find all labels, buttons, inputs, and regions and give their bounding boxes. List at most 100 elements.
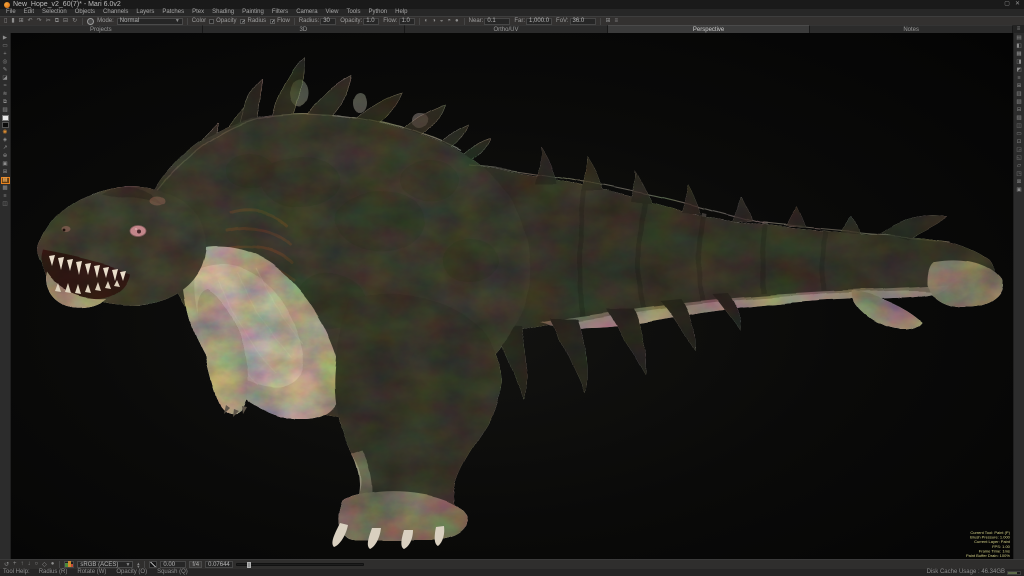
viewport-nav-icon[interactable]: ○ [34, 561, 40, 568]
palette-icon[interactable]: ▧ [1015, 99, 1024, 106]
tool-icon[interactable]: □ [2, 115, 9, 121]
tool-icon[interactable]: ▨ [1, 107, 10, 114]
menu-item[interactable]: Patches [158, 9, 188, 16]
fstop-button[interactable]: f/4 [189, 561, 202, 568]
palette-icon[interactable]: ⊟ [1015, 107, 1024, 114]
toolbar-icon[interactable]: ✂ [45, 17, 52, 25]
camera-field[interactable]: FoV: 36.0 [556, 17, 595, 25]
menu-item[interactable]: Painting [238, 9, 268, 16]
menu-item[interactable]: File [2, 9, 20, 16]
toolbar-icon[interactable]: ↷ [36, 17, 43, 25]
menu-item[interactable]: Filters [268, 9, 292, 16]
viewport-nav-icon[interactable]: ◇ [41, 561, 48, 568]
tool-icon[interactable]: ▩ [1, 185, 10, 192]
palette-icon[interactable]: ⊞ [1015, 83, 1024, 90]
camera-field[interactable]: Far: 1,000.0 [514, 17, 552, 25]
window-control-button[interactable]: ▢ [1004, 0, 1010, 9]
canvas-tab[interactable]: Ortho/UV [405, 25, 608, 33]
brush-property-field[interactable]: Radius: 30 [299, 17, 336, 25]
palette-icon[interactable]: ◧ [1015, 43, 1024, 50]
toolbar-icon[interactable]: ↶ [27, 17, 34, 25]
tool-icon[interactable]: ≋ [1, 91, 10, 98]
menu-item[interactable]: Selection [38, 9, 71, 16]
tool-icon[interactable]: ⊕ [1, 153, 10, 160]
colorspace-stepper[interactable]: ▲▼ [136, 562, 140, 568]
pressure-toggle[interactable]: Opacity [209, 17, 236, 25]
tool-icon[interactable]: ▣ [1, 161, 10, 168]
tool-icon[interactable]: ◪ [1, 75, 10, 82]
shading-mode-icon[interactable]: ◑ [431, 17, 437, 25]
menu-item[interactable]: Edit [20, 9, 38, 16]
palette-icon[interactable]: ⊠ [1015, 179, 1024, 186]
toolbar-icon[interactable]: ⊞ [18, 17, 25, 25]
tool-icon[interactable]: ▦ [1, 177, 10, 184]
histogram-icon[interactable] [64, 561, 74, 568]
canvas-tab[interactable]: Notes [810, 25, 1013, 33]
blend-mode-dropdown[interactable]: Normal ▼ [117, 18, 183, 25]
gain-field[interactable]: 0.00 [160, 561, 186, 568]
palette-icon[interactable]: ≡ [1015, 75, 1024, 82]
palette-icon[interactable]: ◩ [1015, 67, 1024, 74]
menu-item[interactable]: Ptex [188, 9, 208, 16]
tool-icon[interactable]: ▭ [1, 43, 10, 50]
tool-icon[interactable]: ✎ [1, 67, 10, 74]
viewport-nav-icon[interactable]: ↓ [27, 561, 32, 568]
palette-icon[interactable]: ▣ [1015, 187, 1024, 194]
tool-icon[interactable]: ≈ [1, 83, 10, 90]
menu-item[interactable]: Shading [208, 9, 238, 16]
viewport-nav-icon[interactable]: ● [50, 561, 56, 568]
toolbar-icon[interactable]: ▮ [10, 17, 15, 25]
brush-property-field[interactable]: Flow: 1.0 [383, 17, 414, 25]
tool-icon[interactable]: ◈ [1, 137, 10, 144]
tool-icon[interactable]: ▶ [1, 35, 10, 42]
pressure-toggle[interactable]: Radius [240, 17, 266, 25]
tool-icon[interactable]: ◉ [1, 129, 10, 136]
camera-field[interactable]: Near: 0.1 [469, 17, 511, 25]
palette-icon[interactable]: ▭ [1015, 131, 1024, 138]
menu-item[interactable]: Channels [99, 9, 132, 16]
tool-icon[interactable]: ■ [2, 122, 9, 128]
toolbar-icon[interactable]: ⧉ [54, 17, 60, 25]
palette-icon[interactable]: ◱ [1015, 155, 1024, 162]
3d-viewport[interactable]: Current Tool: Paint (P)Brush Pressure: 1… [11, 33, 1013, 559]
palette-icon[interactable]: ◨ [1015, 59, 1024, 66]
palette-icon[interactable]: ▤ [1015, 35, 1024, 42]
exposure-field[interactable]: 0.07644 [205, 561, 233, 568]
canvas-tab[interactable]: 3D [203, 25, 406, 33]
shading-mode-icon[interactable]: ◐ [424, 17, 430, 25]
tool-icon[interactable]: ≡ [1, 193, 10, 200]
window-control-button[interactable]: ✕ [1015, 0, 1020, 9]
toolbar-icon[interactable]: ▯ [3, 17, 8, 25]
slider-handle[interactable] [247, 562, 251, 568]
palette-icon[interactable]: ▨ [1015, 115, 1024, 122]
shading-mode-icon[interactable]: ◓ [446, 17, 452, 25]
palette-icon[interactable]: ▥ [1015, 91, 1024, 98]
tool-icon[interactable]: ⧉ [1, 99, 10, 106]
palette-icon[interactable]: ⊡ [1015, 139, 1024, 146]
exposure-slider[interactable] [236, 563, 364, 566]
menu-item[interactable]: Objects [71, 9, 99, 16]
tab-list-menu-icon[interactable]: ≡ [1013, 25, 1024, 33]
toolbar-icon[interactable]: ≡ [614, 17, 620, 25]
brush-property-field[interactable]: Opacity: 1.0 [340, 17, 379, 25]
tool-icon[interactable]: + [1, 51, 10, 58]
palette-icon[interactable]: ◲ [1015, 147, 1024, 154]
menu-item[interactable]: View [322, 9, 343, 16]
tool-icon[interactable]: ◫ [1, 201, 10, 208]
canvas-tab[interactable]: Perspective [608, 25, 811, 33]
shading-mode-icon[interactable]: ◒ [439, 17, 445, 25]
viewport-nav-icon[interactable]: ↺ [3, 561, 10, 568]
tool-icon[interactable]: ↗ [1, 145, 10, 152]
menu-item[interactable]: Tools [342, 9, 364, 16]
menu-item[interactable]: Layers [132, 9, 158, 16]
viewport-nav-icon[interactable]: + [12, 561, 18, 568]
palette-icon[interactable]: ◫ [1015, 123, 1024, 130]
shading-mode-icon[interactable]: ● [454, 17, 460, 25]
paint-color-swatch[interactable] [87, 18, 94, 25]
tool-icon[interactable]: ⊞ [1, 169, 10, 176]
menu-item[interactable]: Camera [292, 9, 321, 16]
menu-item[interactable]: Help [391, 9, 411, 16]
toolbar-icon[interactable]: ↻ [71, 17, 78, 25]
toolbar-icon[interactable]: ⊞ [605, 17, 612, 25]
lut-curve-icon[interactable] [149, 561, 157, 568]
